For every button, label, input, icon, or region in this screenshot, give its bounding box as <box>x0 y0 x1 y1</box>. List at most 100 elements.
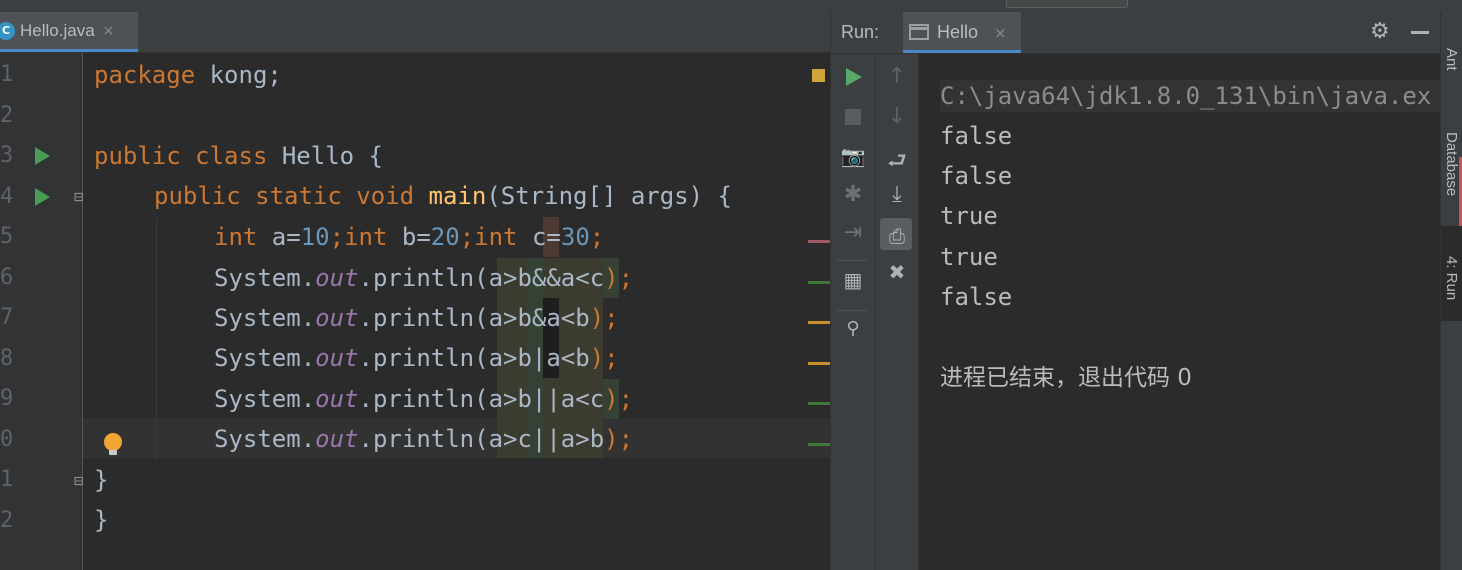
code-line-10[interactable]: System.out.println(a>c||a>b); <box>214 419 633 459</box>
code-end: ); <box>589 304 619 332</box>
exit-icon[interactable]: ⇥ <box>837 220 869 245</box>
java-class-icon: C <box>0 21 15 40</box>
scroll-to-end-icon[interactable]: ⤓ <box>881 182 913 207</box>
code-line-9[interactable]: System.out.println(a>b||a<c); <box>214 379 633 419</box>
line-number: 1 <box>0 467 14 492</box>
down-icon[interactable]: ↓ <box>881 104 913 129</box>
closing-brace: } <box>94 466 109 494</box>
stripe-marker[interactable] <box>808 443 830 446</box>
expression: a>b&&a<c <box>488 264 605 292</box>
code-end: ); <box>589 344 619 372</box>
closing-brace: } <box>94 506 109 534</box>
tab-hello-run[interactable]: Hello × <box>903 12 1021 53</box>
code-line-6[interactable]: System.out.println(a>b&&a<c); <box>214 258 633 298</box>
stripe-marker[interactable] <box>808 240 830 243</box>
fold-icon[interactable]: ⊟ <box>74 473 90 489</box>
command-line: C:\java64\jdk1.8.0_131\bin\java.ex <box>940 82 1432 110</box>
layout-icon[interactable]: ▦ <box>837 268 869 292</box>
code-line-5[interactable]: int a=10;int b=20;int c=30; <box>214 217 604 257</box>
run-main-icon[interactable] <box>35 188 50 206</box>
tab-hello-java[interactable]: C Hello.java × <box>0 12 138 52</box>
stripe-marker[interactable] <box>808 281 830 284</box>
code-line-8[interactable]: System.out.println(a>b|a<b); <box>214 338 619 378</box>
rerun-icon[interactable] <box>846 68 862 86</box>
code-line-11[interactable]: } <box>94 460 108 500</box>
run-configuration-selector[interactable] <box>1006 0 1128 8</box>
line-number: 8 <box>0 346 14 371</box>
console-output[interactable]: C:\java64\jdk1.8.0_131\bin\java.ex false… <box>919 54 1441 570</box>
camera-icon[interactable]: 📷 <box>837 144 869 168</box>
output-line: false <box>940 162 1013 190</box>
pin-icon[interactable]: ⚲ <box>837 318 869 339</box>
code-line-7[interactable]: System.out.println(a>b&a<b); <box>214 298 619 338</box>
code-text: .println( <box>358 304 489 332</box>
keyword: int <box>344 223 388 251</box>
code-text: .println( <box>358 385 489 413</box>
code-text: System. <box>214 385 316 413</box>
code-line-3[interactable]: public class Hello { <box>94 136 383 176</box>
line-number: 9 <box>0 386 14 411</box>
line-number: 1 <box>0 62 14 87</box>
expression: a>b||a<c <box>488 385 605 413</box>
run-tool-window: Run: Hello × ⚙ 📷 ✱ ⇥ ▦ ⚲ ↑ ↓ ⮐ ⤓ ⎙ ✖ C:\… <box>830 12 1441 570</box>
line-number: 7 <box>0 305 14 330</box>
line-number: 0 <box>0 427 14 452</box>
tool-run[interactable]: 4: Run <box>1441 226 1462 321</box>
console-toolbar: ↑ ↓ ⮐ ⤓ ⎙ ✖ <box>876 54 919 570</box>
stripe-marker[interactable] <box>808 362 830 365</box>
print-icon[interactable]: ⎙ <box>881 224 913 248</box>
run-tab-label: Hello <box>937 22 979 42</box>
line-number: 6 <box>0 265 14 290</box>
keyword: public static void <box>154 182 415 210</box>
code-text: .println( <box>358 264 489 292</box>
run-header: Run: Hello × ⚙ <box>831 12 1441 54</box>
stripe-marker[interactable] <box>808 402 830 405</box>
bug-icon[interactable]: ✱ <box>837 182 869 207</box>
stripe-marker[interactable] <box>808 321 830 324</box>
code-line-1[interactable]: package kong; <box>94 55 282 95</box>
code-end: ); <box>604 264 634 292</box>
minimize-icon[interactable] <box>1411 31 1429 34</box>
lightbulb-icon[interactable] <box>104 433 122 455</box>
indent-guide <box>156 218 157 460</box>
editor-tab-bar: C Hello.java × <box>0 12 830 53</box>
output-line: true <box>940 243 998 271</box>
code-text: System. <box>214 264 316 292</box>
output-line: false <box>940 283 1013 311</box>
field: out <box>315 344 359 372</box>
fold-icon[interactable]: ⊟ <box>74 189 90 205</box>
tool-database-label: Database <box>1443 132 1460 197</box>
code-text: Hello { <box>267 142 383 170</box>
inspection-status-icon[interactable] <box>812 69 825 82</box>
toolbar-separator <box>837 260 867 261</box>
soft-wrap-icon[interactable]: ⮐ <box>881 144 913 182</box>
close-icon[interactable]: × <box>994 24 1007 42</box>
output-line: true <box>940 202 998 230</box>
code-text: System. <box>214 304 316 332</box>
keyword: int <box>214 223 258 251</box>
tool-ant[interactable]: Ant <box>1441 22 1462 92</box>
right-tool-strip: Ant Database 4: Run <box>1440 12 1462 570</box>
field: out <box>315 304 359 332</box>
code-line-12[interactable]: } <box>94 500 108 540</box>
keyword: int <box>474 223 518 251</box>
up-icon[interactable]: ↑ <box>881 64 913 89</box>
code-end: ); <box>604 385 634 413</box>
code-text: c= <box>517 223 561 251</box>
number: 30 <box>560 223 590 251</box>
code-text: .println( <box>358 344 489 372</box>
function-name: main <box>428 182 487 210</box>
delete-icon[interactable]: ✖ <box>881 260 913 284</box>
code-text: .println( <box>358 425 489 453</box>
tool-run-label: 4: Run <box>1443 256 1460 301</box>
run-class-icon[interactable] <box>35 147 50 165</box>
run-toolbar: 📷 ✱ ⇥ ▦ ⚲ <box>831 54 876 570</box>
keyword: package <box>94 61 196 89</box>
code-text: System. <box>214 344 316 372</box>
tool-ant-label: Ant <box>1443 48 1460 71</box>
close-icon[interactable]: × <box>103 23 115 39</box>
code-line-4[interactable]: public static void main(String[] args) { <box>154 176 732 216</box>
stop-icon[interactable] <box>845 109 861 125</box>
toolbar-separator <box>837 310 867 311</box>
gear-icon[interactable]: ⚙ <box>1370 19 1390 44</box>
